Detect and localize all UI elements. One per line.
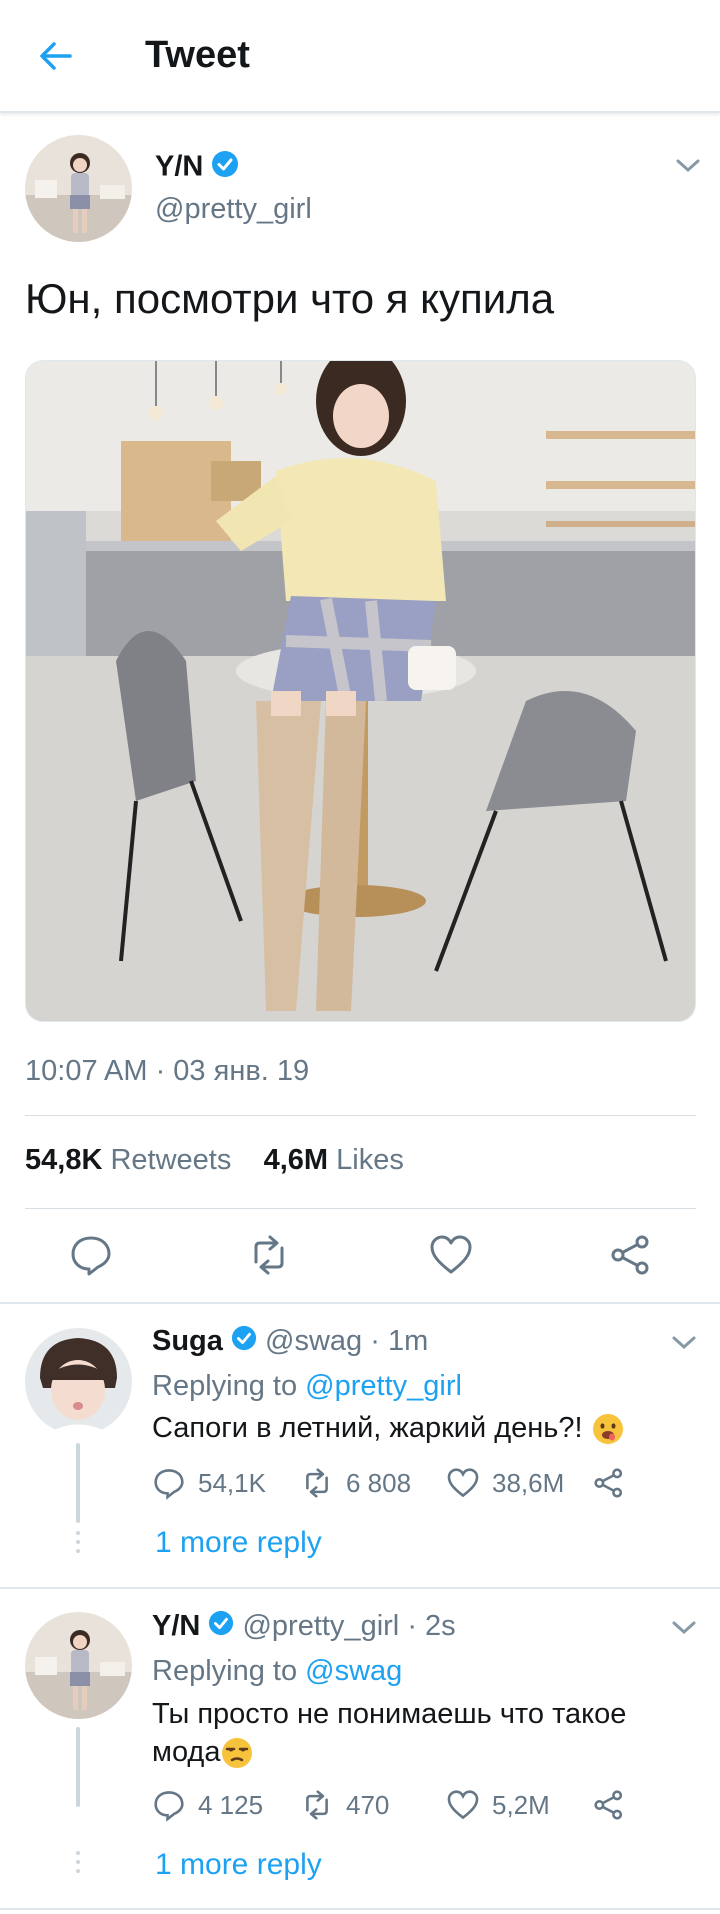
replying-to: Replying to @pretty_girl [152, 1370, 462, 1403]
thread-dots [76, 1530, 80, 1561]
more-replies-link[interactable]: 1 more reply [155, 1526, 322, 1560]
retweet-count-value: 6 808 [346, 1467, 412, 1498]
replying-to-prefix: Replying to [152, 1370, 298, 1402]
reply-icon[interactable] [68, 1232, 114, 1278]
likes-count: 4,6M [263, 1144, 329, 1176]
replying-to-prefix: Replying to [152, 1655, 298, 1687]
avatar[interactable] [25, 1328, 132, 1435]
page-title: Tweet [145, 34, 250, 76]
reply-text: Ты просто не понимаешь что такое мода [152, 1695, 672, 1771]
top-bar: Tweet [0, 0, 720, 113]
reply-text-line: Ты просто не понимаешь что такое [152, 1698, 627, 1730]
like-count[interactable]: 38,6M [446, 1466, 564, 1500]
more-replies-link[interactable]: 1 more reply [155, 1848, 322, 1882]
share-icon[interactable] [592, 1788, 638, 1822]
chevron-down-icon[interactable] [670, 1618, 698, 1638]
divider [0, 1908, 720, 1910]
reply-text: Сапоги в летний, жаркий день?! [152, 1412, 583, 1444]
reply-text-row: Сапоги в летний, жаркий день?! [152, 1412, 625, 1446]
author-display-name: Y/N [155, 150, 204, 183]
tweet-timestamp: 10:07 AM · 03 янв. 19 [25, 1055, 310, 1087]
likes-label: Likes [336, 1144, 404, 1176]
reply-header: Suga @swag · 1m [152, 1325, 428, 1359]
retweets-count: 54,8K [25, 1144, 103, 1176]
author-handle: @pretty_girl [155, 193, 312, 225]
reply-time: · 1m [370, 1325, 429, 1357]
drooling-face-emoji [591, 1412, 625, 1446]
verified-badge-icon [231, 1325, 257, 1359]
heart-icon[interactable] [428, 1232, 474, 1278]
divider [25, 1208, 696, 1209]
retweet-count-value: 470 [346, 1789, 390, 1820]
reply-header: Y/N @pretty_girl · 2s [152, 1610, 456, 1644]
retweet-count[interactable]: 6 808 [300, 1466, 411, 1500]
reply-count[interactable]: 54,1K [152, 1466, 266, 1500]
chevron-down-icon[interactable] [670, 1333, 698, 1353]
replying-to-link[interactable]: @swag [305, 1655, 402, 1687]
like-count-value: 38,6M [492, 1467, 565, 1498]
reply-author-handle[interactable]: @pretty_girl [242, 1610, 399, 1642]
tweet-stats: 54,8K Retweets 4,6M Likes [25, 1144, 404, 1177]
replying-to: Replying to @swag [152, 1655, 402, 1688]
divider [25, 1115, 696, 1116]
verified-badge-icon [211, 150, 239, 186]
reply-time: · 2s [407, 1610, 456, 1642]
tweet-text: Юн, посмотри что я купила [25, 275, 555, 322]
reply-text-word: мода [152, 1736, 221, 1768]
verified-badge-icon [208, 1610, 234, 1644]
share-icon[interactable] [608, 1232, 654, 1278]
reply-author-name[interactable]: Y/N [152, 1610, 200, 1642]
avatar[interactable] [25, 135, 132, 242]
reply-text-line-2: мода [152, 1733, 672, 1771]
replying-to-link[interactable]: @pretty_girl [305, 1370, 462, 1402]
retweet-count[interactable]: 470 [300, 1788, 389, 1822]
likes-stat[interactable]: 4,6M Likes [264, 1144, 404, 1176]
arrow-left-icon[interactable] [34, 34, 78, 78]
unamused-face-emoji [220, 1736, 254, 1770]
retweets-stat[interactable]: 54,8K Retweets [25, 1144, 231, 1176]
avatar[interactable] [25, 1612, 132, 1719]
retweet-icon[interactable] [246, 1232, 292, 1278]
divider [0, 1587, 720, 1589]
like-count-value: 5,2M [492, 1789, 550, 1820]
thread-line [76, 1727, 80, 1807]
reply-count-value: 4 125 [198, 1789, 264, 1820]
tweet-photo[interactable] [25, 360, 696, 1022]
reply-count[interactable]: 4 125 [152, 1788, 263, 1822]
like-count[interactable]: 5,2M [446, 1788, 550, 1822]
retweets-label: Retweets [110, 1144, 232, 1176]
reply-count-value: 54,1K [198, 1467, 266, 1498]
author-name[interactable]: Y/N [155, 150, 239, 186]
reply-author-name[interactable]: Suga [152, 1325, 223, 1357]
chevron-down-icon[interactable] [674, 156, 702, 176]
thread-line [76, 1443, 80, 1523]
share-icon[interactable] [592, 1466, 638, 1500]
reply-author-handle[interactable]: @swag [265, 1325, 362, 1357]
thread-dots [76, 1850, 80, 1881]
divider [0, 1302, 720, 1304]
